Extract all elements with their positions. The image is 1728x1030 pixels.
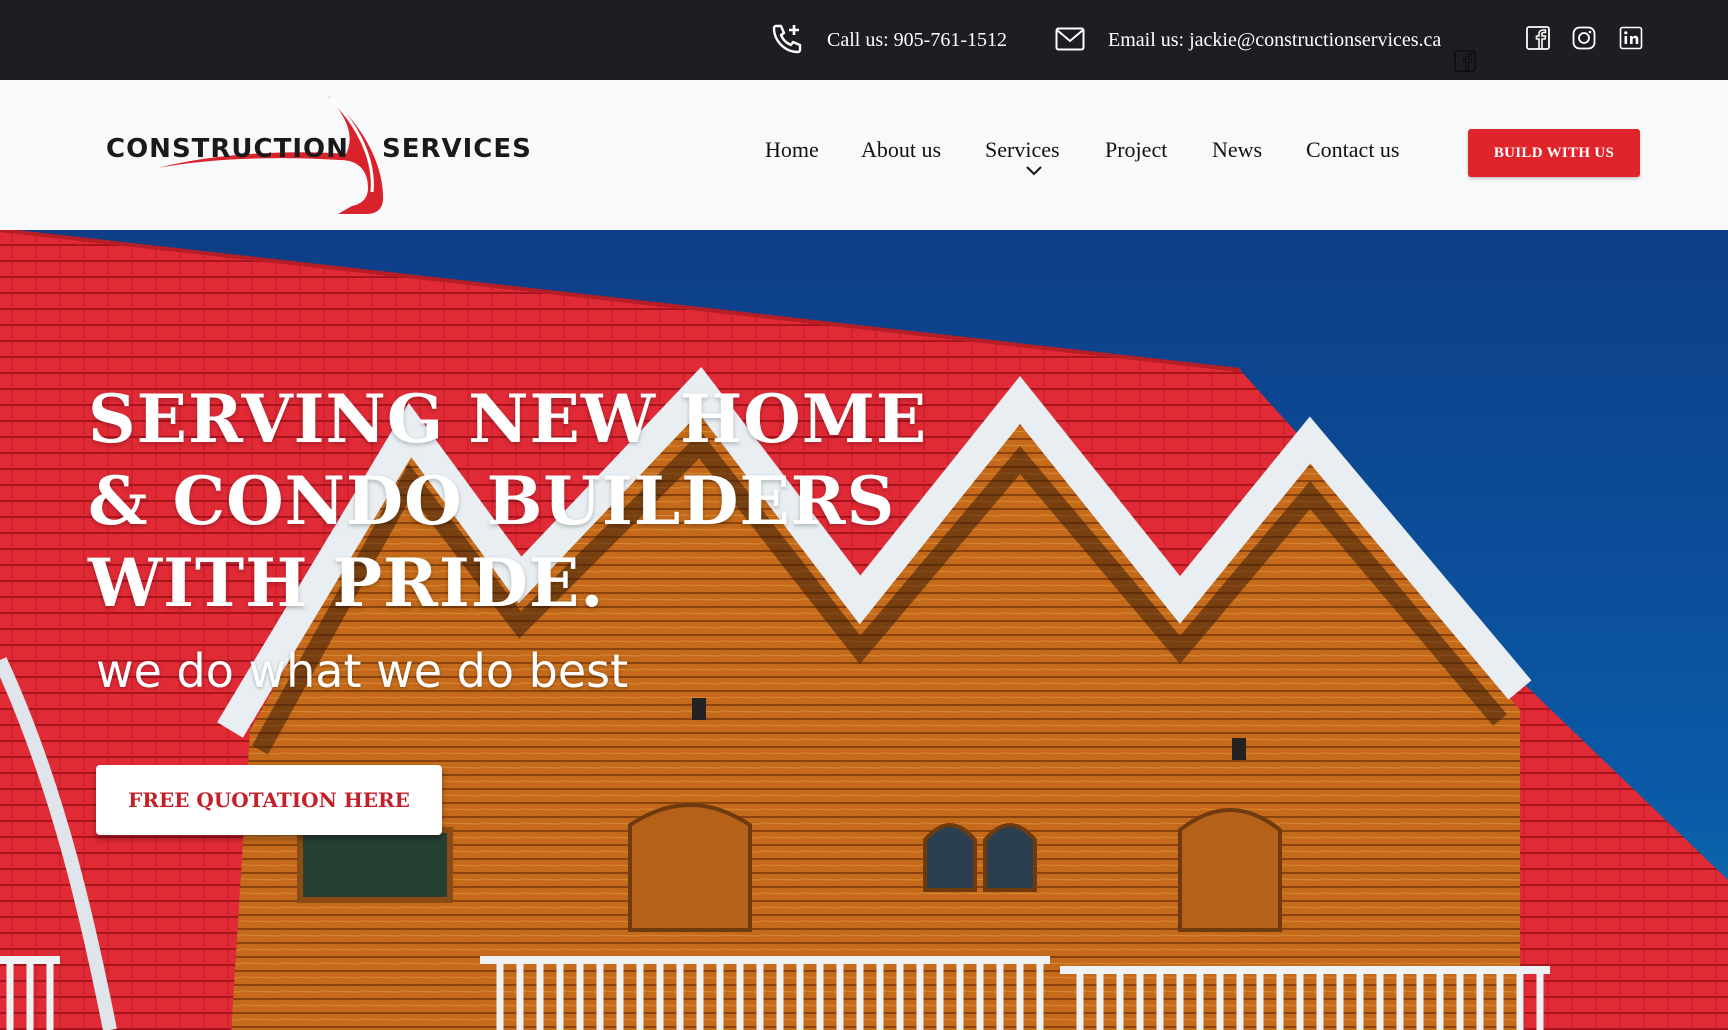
nav-project[interactable]: Project — [1105, 137, 1167, 163]
site-logo[interactable]: Construction Services — [100, 94, 550, 218]
site-header: Construction Services Home About us Serv… — [0, 80, 1728, 230]
hero-headline-line: WITH PRIDE. — [88, 544, 605, 622]
phone-plus-icon[interactable] — [770, 22, 804, 56]
logo-text-construction: Construction — [106, 134, 349, 164]
hero-headline-line: & CONDO BUILDERS — [88, 462, 896, 540]
nav-news[interactable]: News — [1212, 137, 1262, 163]
hero-banner: SERVING NEW HOME & CONDO BUILDERS WITH P… — [0, 230, 1728, 1030]
email-link[interactable]: Email us: jackie@constructionservices.ca — [1108, 0, 1441, 80]
mail-icon[interactable] — [1055, 26, 1085, 52]
phone-link[interactable]: Call us: 905-761-1512 — [827, 0, 1007, 80]
hero-tagline: we do what we do best — [96, 644, 629, 698]
facebook-icon-small[interactable] — [1454, 50, 1476, 72]
build-with-us-button[interactable]: BUILD WITH US — [1468, 129, 1640, 177]
linkedin-icon[interactable] — [1619, 26, 1643, 50]
instagram-icon[interactable] — [1572, 26, 1596, 50]
hero-headline-line: SERVING NEW HOME — [88, 380, 928, 458]
chevron-down-icon[interactable] — [1026, 166, 1042, 176]
facebook-icon[interactable] — [1526, 26, 1550, 50]
top-contact-bar: Call us: 905-761-1512 Email us: jackie@c… — [0, 0, 1728, 80]
nav-services[interactable]: Services — [985, 137, 1060, 163]
logo-text-services: Services — [382, 134, 532, 164]
nav-home[interactable]: Home — [765, 137, 819, 163]
hero-headline: SERVING NEW HOME & CONDO BUILDERS WITH P… — [88, 378, 927, 624]
hero-house-image — [0, 230, 1728, 1030]
nav-about-us[interactable]: About us — [861, 137, 941, 163]
free-quotation-button[interactable]: FREE QUOTATION HERE — [96, 765, 442, 835]
nav-contact-us[interactable]: Contact us — [1306, 137, 1400, 163]
